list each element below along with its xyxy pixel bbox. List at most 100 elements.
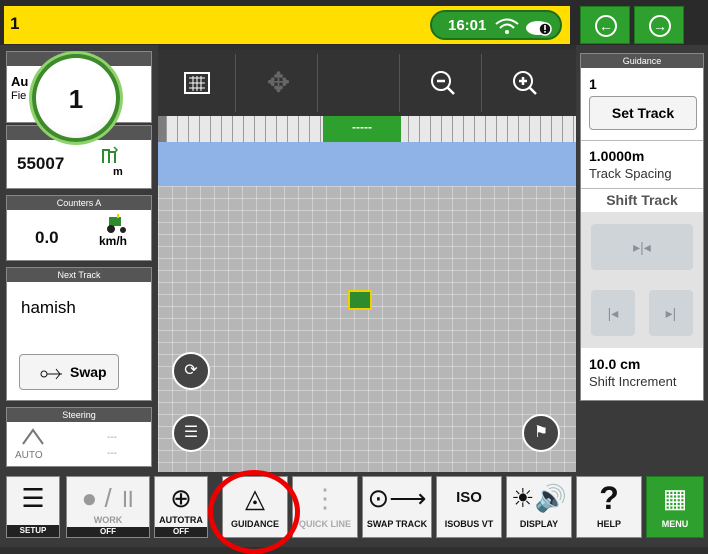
guidance-highlight-circle bbox=[208, 470, 300, 554]
help-button[interactable]: ? HELP bbox=[576, 476, 642, 538]
next-track-header: Next Track bbox=[7, 268, 151, 282]
operation-line-1: Au bbox=[11, 74, 29, 89]
shift-increment-value: 10.0 cm bbox=[589, 356, 641, 372]
steering-auto-label: AUTO bbox=[15, 450, 43, 461]
toolbar-empty-slot bbox=[322, 54, 400, 112]
shift-increment-label: Shift Increment bbox=[589, 374, 677, 389]
autotrac-state: OFF bbox=[155, 527, 207, 537]
flag-button[interactable]: ⚑ bbox=[522, 414, 560, 452]
menu-label: MENU bbox=[661, 519, 689, 529]
swap-track-label: SWAP TRACK bbox=[366, 519, 428, 529]
autotrac-button[interactable]: ⊕ AUTOTRA OFF bbox=[154, 476, 208, 538]
arrow-left-icon: ← bbox=[595, 15, 617, 37]
rotate-view-button[interactable]: ⟳ bbox=[172, 352, 210, 390]
steering-value-top: --- bbox=[107, 432, 117, 443]
work-button[interactable]: ● / ॥ WORK OFF bbox=[66, 476, 150, 538]
quick-line-button[interactable]: ⋮ QUICK LINE bbox=[292, 476, 358, 538]
distance-unit: m bbox=[113, 166, 123, 178]
guidance-map-view[interactable]: ✥ ----- ⟳ ☰ ⚑ bbox=[158, 50, 576, 472]
work-label: WORK bbox=[93, 515, 123, 525]
quick-line-label: QUICK LINE bbox=[298, 519, 351, 529]
pan-arrows-icon: ✥ bbox=[266, 67, 291, 98]
display-label: DISPLAY bbox=[519, 519, 559, 529]
steering-header: Steering bbox=[7, 408, 151, 422]
track-spacing-value: 1.0000m bbox=[589, 148, 645, 164]
brightness-volume-icon: ☀🔊 bbox=[511, 483, 567, 513]
set-track-button[interactable]: Set Track bbox=[589, 96, 697, 130]
isobus-button[interactable]: ISO ISOBUS VT bbox=[436, 476, 502, 538]
rotate-icon: ⟳ bbox=[184, 362, 198, 379]
map-perspective-button[interactable] bbox=[158, 54, 236, 112]
banner-number: 1 bbox=[10, 14, 20, 33]
quick-line-icon: ⋮ bbox=[312, 483, 338, 513]
swap-label: Swap bbox=[70, 364, 107, 380]
pan-button[interactable]: ✥ bbox=[240, 54, 318, 112]
back-button[interactable]: ← bbox=[580, 6, 630, 44]
menu-grid-icon: ▦ bbox=[662, 483, 688, 513]
zoom-in-button[interactable] bbox=[486, 54, 564, 112]
zoom-out-button[interactable] bbox=[404, 54, 482, 112]
tractor-marker bbox=[348, 290, 372, 310]
bottom-shortcut-bar: ☰ SETUP ● / ॥ WORK OFF ⊕ AUTOTRA OFF ◬ G… bbox=[0, 472, 708, 547]
guidance-panel: Guidance 1 Set Track 1.0000m Track Spaci… bbox=[580, 53, 704, 401]
shift-track-label: Shift Track bbox=[606, 192, 678, 208]
wifi-icon bbox=[495, 18, 519, 34]
swap-track-button[interactable]: ⊙⟶ SWAP TRACK bbox=[362, 476, 432, 538]
zoom-in-icon bbox=[513, 71, 537, 95]
iso-icon: ISO bbox=[456, 489, 482, 506]
isobus-label: ISOBUS VT bbox=[444, 519, 494, 529]
list-icon: ☰ bbox=[183, 424, 199, 441]
autotrac-label: AUTOTRA bbox=[159, 515, 203, 525]
field-grid bbox=[158, 186, 576, 472]
shift-left-icon: |◂ bbox=[607, 305, 619, 321]
lightbar: ----- bbox=[166, 116, 576, 142]
next-track-panel: Next Track hamish Swap bbox=[6, 267, 152, 401]
help-label: HELP bbox=[596, 519, 621, 529]
sky bbox=[158, 142, 576, 186]
help-question-icon: ? bbox=[599, 480, 619, 516]
next-track-value: hamish bbox=[21, 298, 76, 317]
track-spacing-label: Track Spacing bbox=[589, 166, 672, 181]
steering-value-bottom: --- bbox=[107, 448, 117, 459]
cloud-alert-icon bbox=[526, 21, 552, 36]
shift-right-button[interactable]: ▸| bbox=[649, 290, 693, 336]
steering-auto-icon bbox=[22, 428, 44, 445]
flag-icon: ⚑ bbox=[533, 424, 549, 441]
swap-track-icon bbox=[40, 368, 62, 380]
list-button[interactable]: ☰ bbox=[172, 414, 210, 452]
tractor-icon bbox=[107, 214, 126, 233]
zoom-out-icon bbox=[430, 71, 455, 95]
speed-unit: km/h bbox=[99, 234, 128, 248]
forward-button[interactable]: → bbox=[634, 6, 684, 44]
center-icon: ▸|◂ bbox=[633, 239, 651, 255]
guidance-header: Guidance bbox=[581, 54, 703, 68]
time-status-pill[interactable]: 16:01 bbox=[430, 10, 562, 40]
shift-right-icon: ▸| bbox=[665, 305, 677, 321]
map-grid-icon bbox=[183, 72, 210, 94]
setup-checklist-icon: ☰ bbox=[21, 483, 45, 513]
center-track-button[interactable]: ▸|◂ bbox=[591, 224, 693, 270]
work-pause-icon: ● / ॥ bbox=[81, 483, 135, 513]
work-state: OFF bbox=[67, 527, 149, 537]
setup-button[interactable]: ☰ SETUP bbox=[6, 476, 60, 538]
map-toolbar: ✥ bbox=[158, 50, 576, 116]
menu-button[interactable]: ▦ MENU bbox=[646, 476, 704, 538]
arrow-right-icon: → bbox=[649, 15, 671, 37]
counters-header: Counters A bbox=[7, 196, 151, 210]
distance-value: 55007 bbox=[17, 154, 65, 173]
distance-icon bbox=[102, 146, 119, 163]
shift-left-button[interactable]: |◂ bbox=[591, 290, 635, 336]
autotrac-icon: ⊕ bbox=[170, 483, 192, 513]
speed-value: 0.0 bbox=[35, 228, 59, 247]
clock: 16:01 bbox=[448, 17, 487, 34]
operation-line-2: Fie bbox=[11, 90, 27, 102]
steering-panel[interactable]: Steering AUTO --- --- bbox=[6, 407, 152, 467]
shift-track-controls: ▸|◂ |◂ ▸| bbox=[581, 212, 703, 348]
display-button[interactable]: ☀🔊 DISPLAY bbox=[506, 476, 572, 538]
setup-label: SETUP bbox=[7, 525, 59, 537]
tutorial-step-badge: 1 bbox=[32, 54, 120, 142]
swap-button[interactable]: Swap bbox=[19, 354, 119, 390]
right-panel-area: Guidance 1 Set Track 1.0000m Track Spaci… bbox=[576, 45, 708, 472]
track-number: 1 bbox=[589, 76, 597, 92]
speed-counter-panel[interactable]: Counters A 0.0 km/h bbox=[6, 195, 152, 261]
